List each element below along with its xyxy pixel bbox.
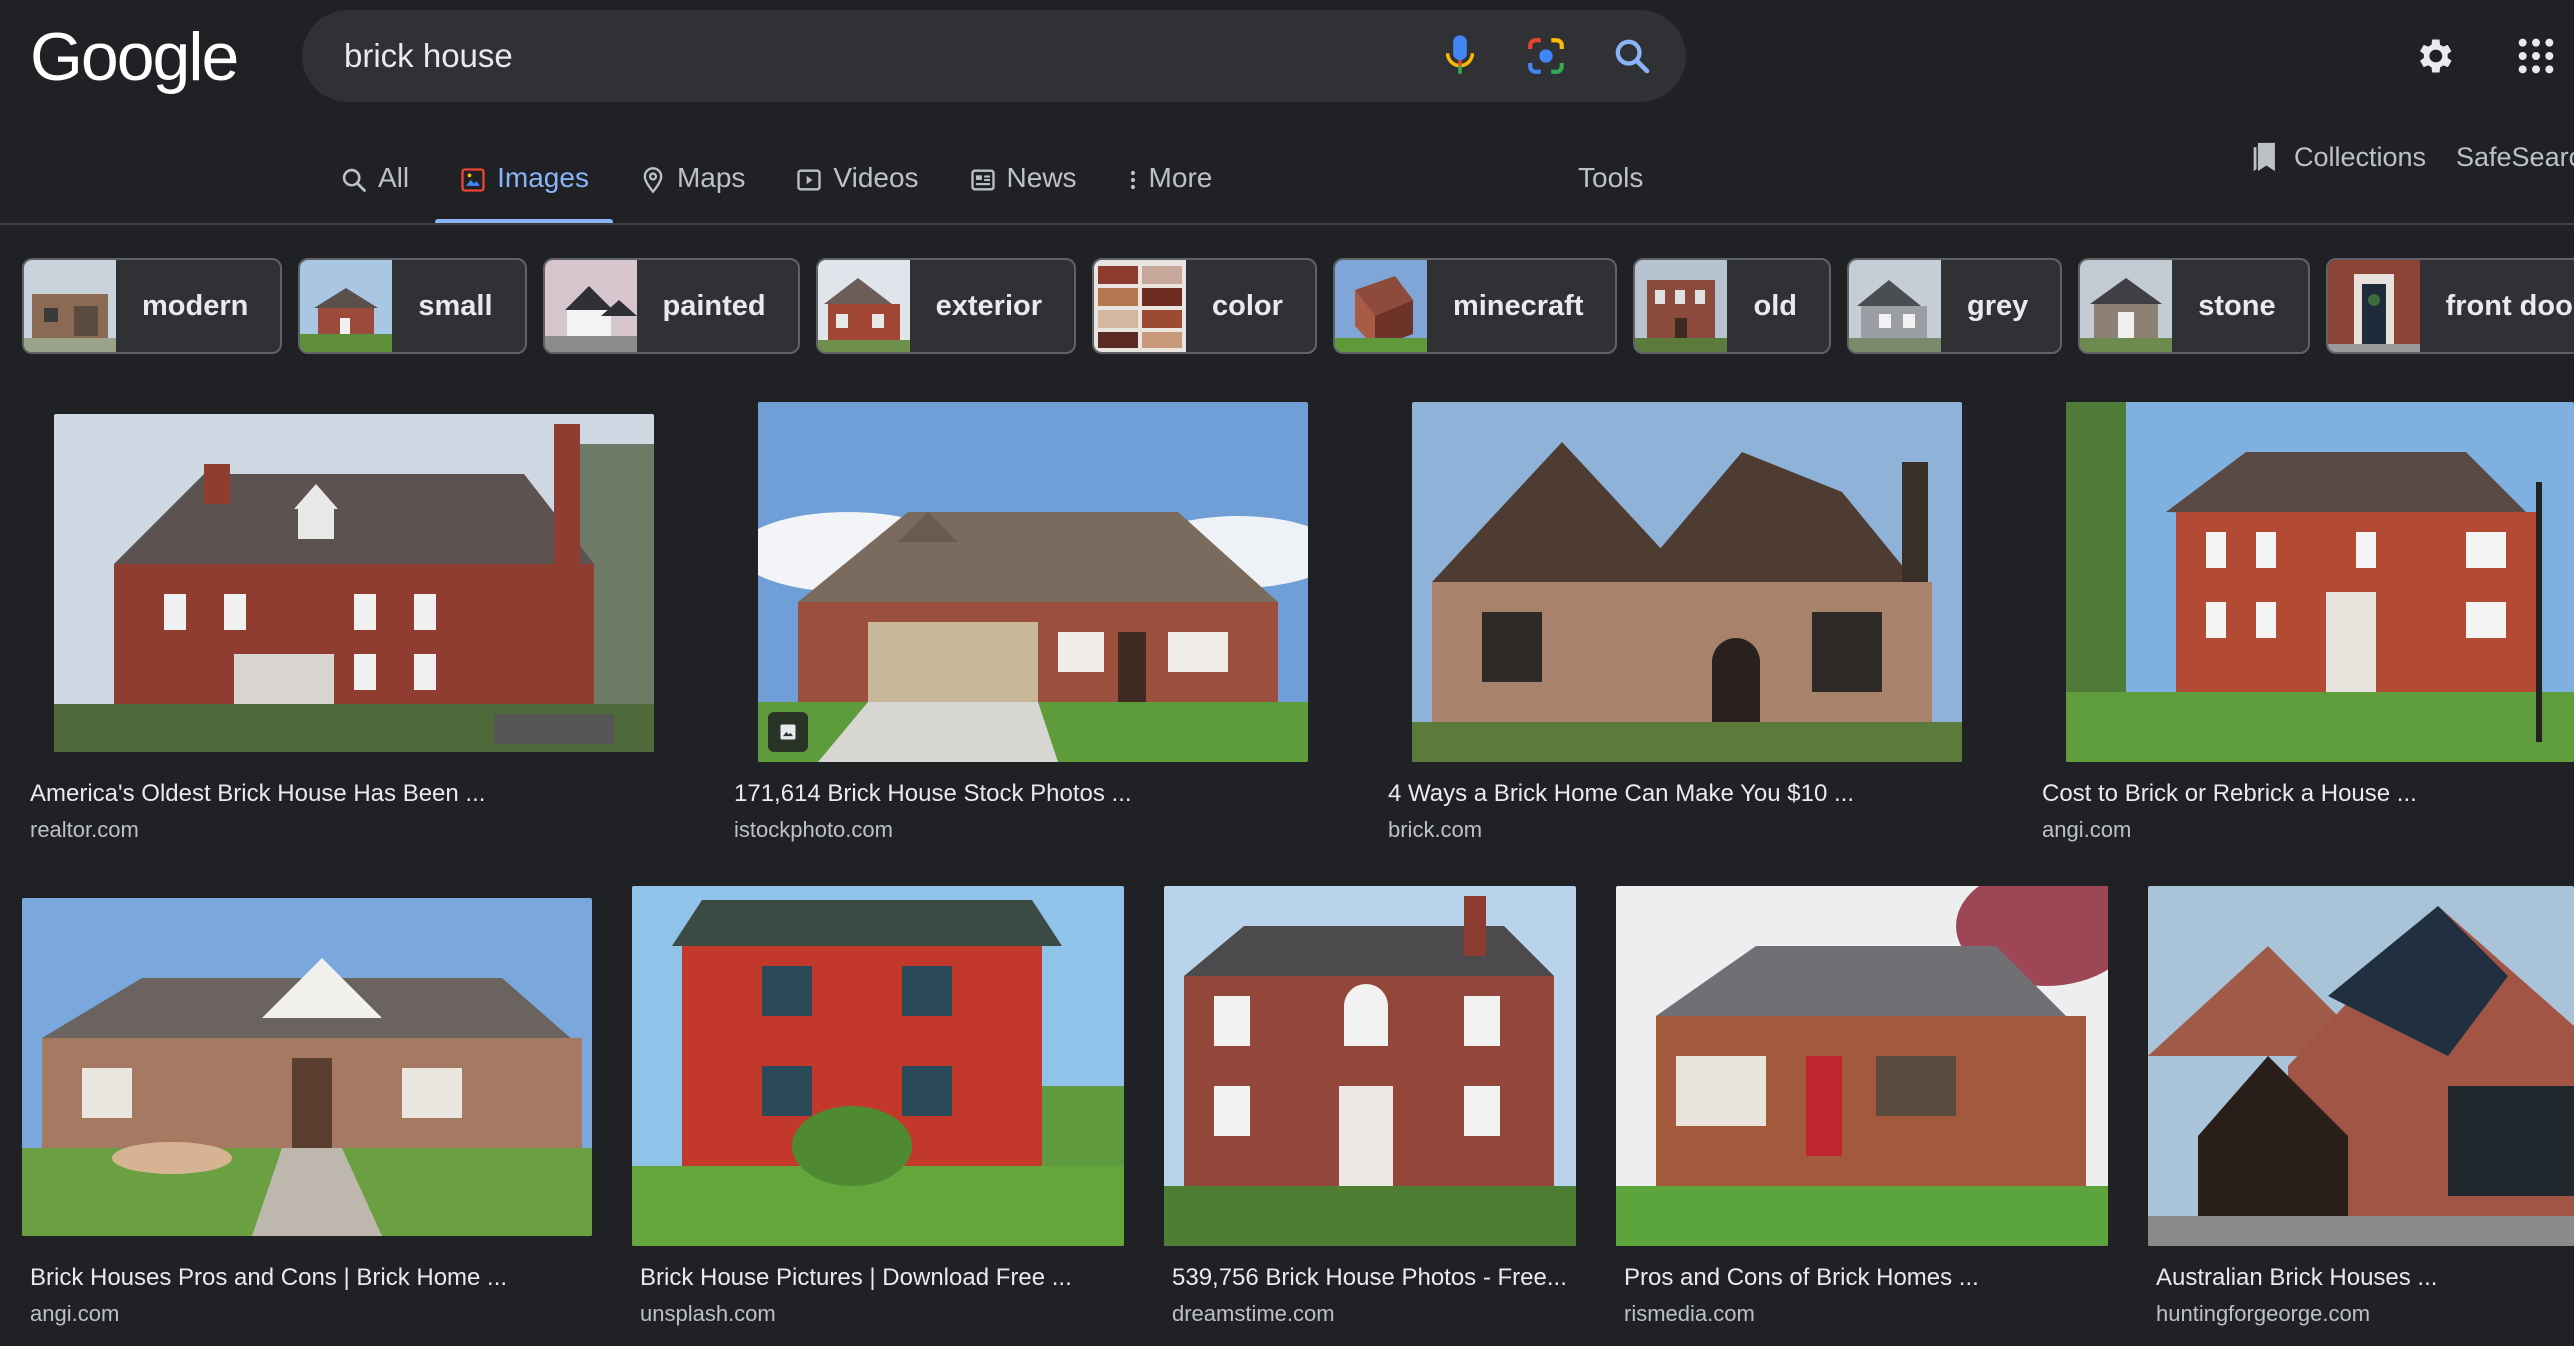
chip-label: small: [418, 289, 493, 322]
chip-thumbnail: [2080, 260, 2173, 352]
result-source[interactable]: realtor.com: [30, 817, 139, 843]
chip-small[interactable]: small: [298, 258, 527, 354]
result-title[interactable]: Cost to Brick or Rebrick a House ...: [2042, 780, 2417, 808]
collections-label: Collections: [2294, 141, 2427, 172]
chip-label: color: [1212, 289, 1283, 322]
result-source[interactable]: angi.com: [2042, 817, 2131, 843]
result-source[interactable]: dreamstime.com: [1172, 1301, 1335, 1327]
chip-label: modern: [142, 289, 249, 322]
search-tabs: All Images Maps Videos News More: [340, 150, 1262, 224]
result-image[interactable]: [2148, 886, 2574, 1246]
tab-videos[interactable]: Videos: [795, 150, 919, 220]
search-input[interactable]: brick house: [344, 10, 513, 102]
chip-color[interactable]: color: [1092, 258, 1317, 354]
image-badge-icon: [768, 712, 808, 752]
more-vertical-icon: [1130, 170, 1135, 190]
tab-label: Videos: [833, 162, 919, 193]
tab-label: More: [1148, 162, 1213, 193]
result-image[interactable]: [54, 414, 654, 752]
chip-old[interactable]: old: [1633, 258, 1831, 354]
google-logo[interactable]: Google: [30, 18, 239, 96]
result-title[interactable]: Pros and Cons of Brick Homes ...: [1624, 1264, 1979, 1292]
settings-gear-icon[interactable]: [2408, 30, 2460, 82]
result-title[interactable]: Brick House Pictures | Download Free ...: [640, 1264, 1072, 1292]
result-source[interactable]: unsplash.com: [640, 1301, 776, 1327]
result-source[interactable]: huntingforgeorge.com: [2156, 1301, 2370, 1327]
chip-thumbnail: [1094, 260, 1187, 352]
chip-thumbnail: [1635, 260, 1728, 352]
chip-label: grey: [1966, 289, 2029, 322]
chip-stone[interactable]: stone: [2078, 258, 2310, 354]
related-chips: modern small painted exterior color mine…: [22, 258, 2574, 354]
safesearch-button[interactable]: SafeSearch: [2456, 142, 2574, 173]
chip-thumbnail: [1334, 260, 1427, 352]
chip-label: exterior: [935, 289, 1043, 322]
tab-label: Maps: [676, 162, 746, 193]
tab-label: News: [1006, 162, 1077, 193]
search-icon: [342, 168, 366, 192]
chip-thumbnail: [1848, 260, 1941, 352]
tab-more[interactable]: More: [1127, 150, 1213, 220]
chip-thumbnail: [817, 260, 910, 352]
result-image[interactable]: [1164, 886, 1576, 1246]
result-image[interactable]: [2066, 402, 2574, 762]
result-source[interactable]: brick.com: [1388, 817, 1482, 843]
chip-front-door[interactable]: front door: [2325, 258, 2574, 354]
header-divider: [0, 223, 2574, 225]
result-source[interactable]: rismedia.com: [1624, 1301, 1755, 1327]
tab-images[interactable]: Images: [435, 150, 613, 224]
tab-all[interactable]: All: [340, 150, 409, 220]
result-title[interactable]: 4 Ways a Brick Home Can Make You $10 ...: [1388, 780, 1854, 808]
result-image[interactable]: [22, 898, 592, 1236]
result-title[interactable]: 171,614 Brick House Stock Photos ...: [734, 780, 1132, 808]
chip-label: stone: [2198, 289, 2276, 322]
map-pin-icon: [643, 167, 663, 194]
news-icon: [970, 169, 995, 191]
result-source[interactable]: istockphoto.com: [734, 817, 893, 843]
collections-link[interactable]: Collections: [2250, 140, 2426, 174]
chip-label: old: [1753, 289, 1797, 322]
chip-grey[interactable]: grey: [1846, 258, 2063, 354]
result-source[interactable]: angi.com: [30, 1301, 119, 1327]
tools-button[interactable]: Tools: [1578, 162, 1643, 194]
result-title[interactable]: America's Oldest Brick House Has Been ..…: [30, 780, 485, 808]
microphone-icon[interactable]: [1438, 34, 1482, 78]
result-image[interactable]: [632, 886, 1124, 1246]
result-image[interactable]: [1412, 402, 1962, 762]
chip-label: front door: [2445, 289, 2574, 322]
tab-label: Images: [497, 162, 589, 193]
chip-thumbnail: [544, 260, 637, 352]
result-image[interactable]: [758, 402, 1308, 762]
tab-label: All: [378, 162, 410, 193]
chip-minecraft[interactable]: minecraft: [1332, 258, 1618, 354]
chip-thumbnail: [300, 260, 393, 352]
chip-label: minecraft: [1452, 289, 1584, 322]
result-title[interactable]: Brick Houses Pros and Cons | Brick Home …: [30, 1264, 507, 1292]
result-title[interactable]: 539,756 Brick House Photos - Free...: [1172, 1264, 1567, 1292]
chip-painted[interactable]: painted: [542, 258, 800, 354]
search-icon[interactable]: [1610, 34, 1654, 78]
tab-maps[interactable]: Maps: [639, 150, 745, 220]
image-icon: [461, 168, 485, 192]
chip-thumbnail: [24, 260, 116, 352]
camera-lens-icon[interactable]: [1524, 34, 1568, 78]
search-box[interactable]: brick house: [302, 10, 1686, 102]
chip-label: painted: [662, 289, 766, 322]
result-image[interactable]: [1616, 886, 2108, 1246]
chip-modern[interactable]: modern: [22, 258, 283, 354]
tab-news[interactable]: News: [969, 150, 1077, 220]
chip-thumbnail: [2327, 260, 2420, 352]
bookmark-icon: [2253, 142, 2275, 172]
result-title[interactable]: Australian Brick Houses ...: [2156, 1264, 2437, 1292]
apps-grid-icon[interactable]: [2510, 30, 2562, 82]
video-icon: [797, 169, 822, 191]
chip-exterior[interactable]: exterior: [815, 258, 1077, 354]
